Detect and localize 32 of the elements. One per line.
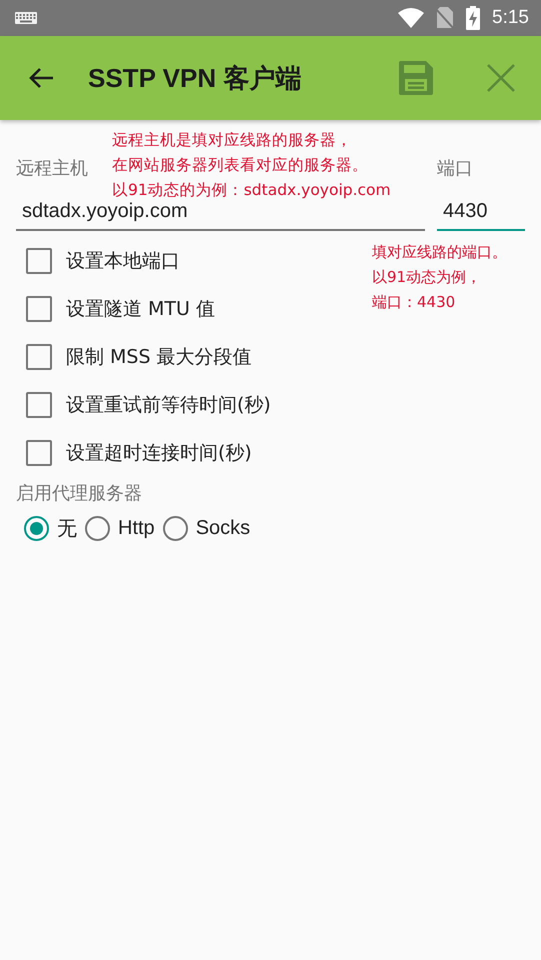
radio-label: Http — [118, 517, 155, 540]
checkbox[interactable] — [26, 344, 52, 370]
radio-button[interactable] — [24, 516, 49, 541]
checkbox[interactable] — [26, 296, 52, 322]
annotation-text: 填对应线路的端口。 — [372, 242, 507, 263]
radio-label: 无 — [57, 517, 77, 542]
app-title: SSTP VPN 客户端 — [88, 62, 302, 94]
radio-button[interactable] — [85, 516, 110, 541]
wifi-icon — [398, 8, 424, 28]
radio-label: Socks — [196, 517, 250, 540]
checkbox-label: 设置本地端口 — [66, 249, 180, 274]
host-label: 远程主机 — [16, 157, 88, 181]
proxy-label: 启用代理服务器 — [16, 482, 143, 505]
keyboard-icon — [15, 12, 37, 24]
annotation-text: 在网站服务器列表看对应的服务器。 — [112, 155, 369, 176]
radio-button[interactable] — [162, 516, 188, 541]
annotation-text: 远程主机是填对应线路的服务器， — [112, 130, 353, 151]
checkbox-label: 设置重试前等待时间(秒) — [66, 393, 271, 418]
checkbox-label: 设置隧道 MTU 值 — [66, 297, 215, 322]
battery-icon — [466, 6, 480, 30]
no-sim-icon — [436, 7, 454, 29]
status-time: 5:15 — [492, 7, 529, 29]
annotation-text: 端口：4430 — [372, 292, 456, 313]
back-arrow-icon[interactable] — [28, 67, 54, 89]
port-label: 端口 — [437, 157, 473, 181]
checkbox[interactable] — [26, 392, 52, 418]
port-input[interactable]: 4430 — [437, 190, 525, 231]
checkbox-label: 限制 MSS 最大分段值 — [66, 345, 252, 370]
checkbox-label: 设置超时连接时间(秒) — [66, 441, 252, 466]
annotation-text: 以91动态为例， — [372, 267, 482, 288]
checkbox[interactable] — [26, 440, 52, 466]
checkbox[interactable] — [26, 248, 52, 274]
